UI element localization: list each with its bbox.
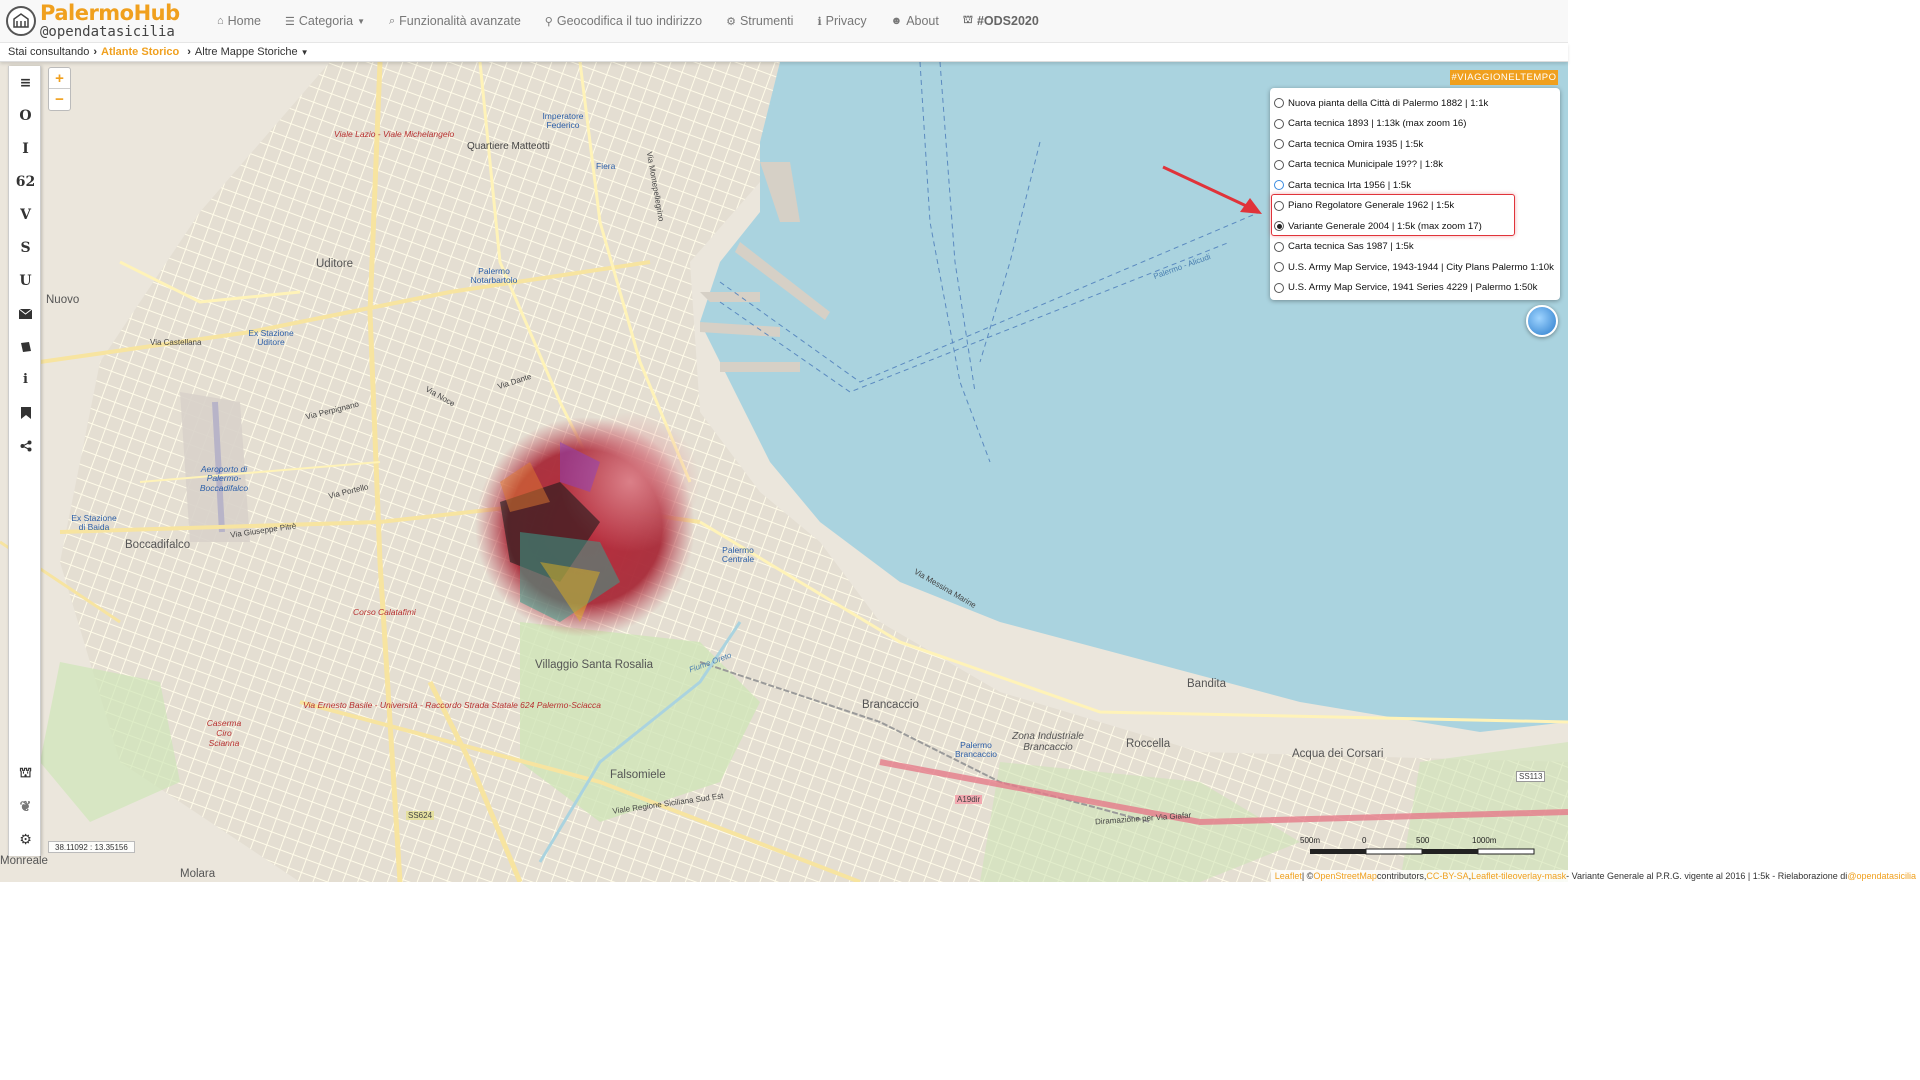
radio-button[interactable] — [1274, 118, 1284, 129]
radio-button[interactable] — [1274, 139, 1284, 150]
nav-geocodifica[interactable]: ⚲ Geocodifica il tuo indirizzo — [533, 0, 714, 43]
menu-hamburger-icon[interactable]: ≡ — [9, 66, 42, 99]
brand-handle: @opendatasicilia — [40, 24, 175, 40]
radio-button[interactable] — [1274, 282, 1284, 293]
scale-label: 500m — [1300, 836, 1321, 845]
breadcrumb-active[interactable]: Atlante Storico — [101, 46, 179, 58]
sidebar-letter-i[interactable]: I — [9, 132, 42, 165]
nav-categoria-dropdown[interactable]: ☰ Categoria ▼ — [273, 0, 377, 43]
layer-option[interactable]: U.S. Army Map Service, 1941 Series 4229 … — [1270, 278, 1560, 299]
sidebar-number-62[interactable]: 62 — [9, 165, 42, 198]
sidebar-letter-u[interactable]: U — [9, 264, 42, 297]
bookmark-icon[interactable] — [9, 396, 42, 429]
layer-option[interactable]: U.S. Army Map Service, 1943-1944 | City … — [1270, 257, 1560, 278]
nav-privacy[interactable]: ℹ Privacy — [805, 0, 878, 43]
chevron-right-icon: › — [93, 46, 98, 58]
layer-option[interactable]: Carta tecnica Irta 1956 | 1:5k — [1270, 175, 1560, 196]
nav-about[interactable]: ☻ About — [879, 0, 951, 43]
osm-link[interactable]: OpenStreetMap — [1313, 871, 1377, 881]
zoom-out-button[interactable]: − — [49, 89, 70, 110]
layer-option[interactable]: Nuova pianta della Città di Palermo 1882… — [1270, 93, 1560, 114]
map-marker-icon: ⚲ — [544, 15, 553, 28]
radio-button[interactable] — [1274, 200, 1284, 211]
scale-label: 500 — [1416, 836, 1430, 845]
info-icon: ℹ — [817, 15, 822, 28]
attribution: Leaflet | © OpenStreetMap contributors, … — [1270, 870, 1920, 882]
chevron-right-icon: › — [187, 46, 191, 58]
gear-icon: ⚙ — [726, 15, 736, 28]
brand-name: PalermoHub — [40, 1, 180, 25]
envelope-icon[interactable] — [9, 297, 42, 330]
breadcrumb-altre-mappe[interactable]: Altre Mappe Storiche — [195, 46, 298, 58]
breadcrumb-prefix: Stai consultando — [8, 46, 90, 58]
radio-button[interactable] — [1274, 180, 1284, 191]
palermohub-logo-icon — [6, 6, 36, 36]
leaf-icon[interactable]: ❦ — [9, 790, 42, 823]
plugin-link[interactable]: Leaflet-tileoverlay-mask — [1471, 871, 1566, 881]
globe-icon[interactable] — [1526, 305, 1558, 337]
radio-button-checked[interactable] — [1274, 221, 1284, 232]
viaggionelltempo-badge[interactable]: #VIAGGIONELTEMPO — [1450, 70, 1558, 85]
scale-bar-graphic — [1310, 848, 1535, 855]
search-icon: ⌕ — [389, 14, 396, 27]
radio-button[interactable] — [1274, 159, 1284, 170]
radio-button[interactable] — [1274, 241, 1284, 252]
license-link[interactable]: CC-BY-SA — [1426, 871, 1468, 881]
layer-switcher: Nuova pianta della Città di Palermo 1882… — [1270, 88, 1560, 300]
nav-strumenti[interactable]: ⚙ Strumenti — [714, 0, 805, 43]
layer-option[interactable]: Carta tecnica Omira 1935 | 1:5k — [1270, 134, 1560, 155]
scale-label: 1000m — [1472, 836, 1497, 845]
nav-menu: ⌂ Home ☰ Categoria ▼ ⌕ Funzionalità avanzate… — [205, 0, 1051, 43]
coordinates-readout: 38.11092 : 13.35156 — [48, 841, 135, 853]
sidebar-letter-s[interactable]: S — [9, 231, 42, 264]
gear-icon[interactable]: ⚙ — [9, 823, 42, 856]
layer-option[interactable]: Carta tecnica Sas 1987 | 1:5k — [1270, 237, 1560, 258]
scale-bar: 500m 0 500 1000m — [1300, 836, 1545, 862]
book-icon[interactable] — [9, 330, 42, 363]
home-icon: ⌂ — [217, 15, 224, 27]
layer-option[interactable]: Piano Regolatore Generale 1962 | 1:5k — [1270, 196, 1560, 217]
ods-logo-icon: ⛫ — [962, 14, 973, 26]
nav-ods2020[interactable]: ⛫ #ODS2020 — [951, 0, 1051, 43]
sidebar-letter-v[interactable]: V — [9, 198, 42, 231]
layer-option[interactable]: Carta tecnica 1893 | 1:13k (max zoom 16) — [1270, 114, 1560, 135]
list-icon: ☰ — [285, 15, 295, 28]
top-navbar: PalermoHub @opendatasicilia ⌂ Home ☰ Categ… — [0, 0, 1568, 43]
breadcrumb: Stai consultando › Atlante Storico › Alt… — [0, 43, 1568, 62]
info-icon[interactable]: i — [9, 363, 42, 396]
brand[interactable]: PalermoHub @opendatasicilia — [0, 3, 205, 39]
scale-label: 0 — [1362, 836, 1367, 845]
chevron-down-icon: ▼ — [300, 47, 309, 57]
radio-button[interactable] — [1274, 98, 1284, 109]
ods-logo-icon[interactable]: ⛫ — [9, 757, 42, 790]
zoom-control: + − — [48, 67, 71, 111]
leaflet-link[interactable]: Leaflet — [1275, 871, 1302, 881]
layer-option[interactable]: Carta tecnica Municipale 19?? | 1:8k — [1270, 155, 1560, 176]
users-icon: ☻ — [890, 15, 903, 27]
zoom-in-button[interactable]: + — [49, 68, 70, 89]
nav-home[interactable]: ⌂ Home — [205, 0, 273, 43]
sidebar-letter-o[interactable]: O — [9, 99, 42, 132]
caret-down-icon: ▼ — [357, 16, 365, 26]
nav-funzionalita[interactable]: ⌕ Funzionalità avanzate — [377, 0, 533, 43]
radio-button[interactable] — [1274, 262, 1284, 273]
author-link[interactable]: @opendatasicilia — [1847, 871, 1916, 881]
sidebar: ≡ O I 62 V S U i ⛫ ❦ ⚙ — [8, 66, 41, 856]
share-icon[interactable] — [9, 429, 42, 462]
layer-option-selected[interactable]: Variante Generale 2004 | 1:5k (max zoom … — [1270, 216, 1560, 237]
